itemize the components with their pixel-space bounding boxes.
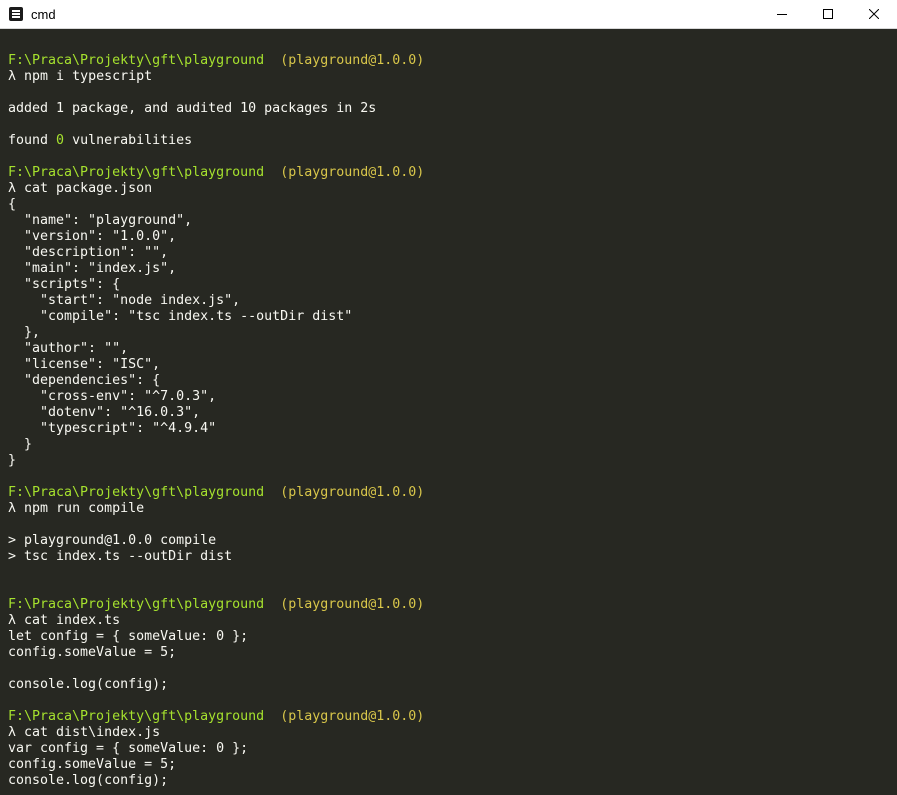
command-text: cat index.ts	[24, 613, 121, 628]
prompt-symbol: λ	[8, 613, 17, 628]
title-bar[interactable]: cmd	[0, 0, 897, 29]
command-text: npm run compile	[24, 501, 145, 516]
output-line: console.log(config);	[8, 677, 169, 692]
minimize-icon	[777, 14, 787, 15]
prompt-line: F:\Praca\Projekty\gft\playground (playgr…	[8, 485, 897, 501]
command-text: cat package.json	[24, 181, 153, 196]
minimize-button[interactable]	[759, 0, 805, 28]
output-line: > playground@1.0.0 compile	[8, 533, 217, 548]
prompt-line: F:\Praca\Projekty\gft\playground (playgr…	[8, 165, 897, 181]
output-line: let config = { someValue: 0 };	[8, 629, 249, 644]
output-line: "dotenv": "^16.0.3",	[8, 405, 201, 420]
output-line: "name": "playground",	[8, 213, 193, 228]
output-line: config.someValue = 5;	[8, 645, 177, 660]
output-line: added 1 package, and audited 10 packages…	[8, 101, 377, 116]
prompt-line: F:\Praca\Projekty\gft\playground (playgr…	[8, 597, 897, 613]
output-line: "scripts": {	[8, 277, 121, 292]
output-line: console.log(config);	[8, 773, 169, 788]
output-line: > tsc index.ts --outDir dist	[8, 549, 233, 564]
output-line: "start": "node index.js",	[8, 293, 241, 308]
prompt-path: F:\Praca\Projekty\gft\playground	[8, 53, 265, 68]
output-line: }	[8, 453, 17, 468]
prompt-symbol: λ	[8, 181, 17, 196]
output-line: found 0 vulnerabilities	[8, 133, 193, 148]
vulnerability-count: 0	[56, 133, 65, 148]
prompt-line: F:\Praca\Projekty\gft\playground (playgr…	[8, 709, 897, 725]
output-line: "cross-env": "^7.0.3",	[8, 389, 217, 404]
command-line: λ npm run compile	[8, 501, 897, 517]
prompt-package: (playground@1.0.0)	[280, 53, 425, 68]
close-button[interactable]	[851, 0, 897, 28]
command-line: λ cat index.ts	[8, 613, 897, 629]
prompt-package: (playground@1.0.0)	[280, 485, 425, 500]
output-line: "compile": "tsc index.ts --outDir dist"	[8, 309, 353, 324]
close-icon	[869, 9, 879, 19]
maximize-button[interactable]	[805, 0, 851, 28]
output-line: var config = { someValue: 0 };	[8, 741, 249, 756]
output-line: }	[8, 437, 33, 452]
cmder-app-icon	[9, 7, 23, 21]
output-line: "license": "ISC",	[8, 357, 161, 372]
prompt-path: F:\Praca\Projekty\gft\playground	[8, 709, 265, 724]
terminal-window: cmd F:\Praca\Projekty\gft\playground (pl…	[0, 0, 897, 795]
prompt-path: F:\Praca\Projekty\gft\playground	[8, 485, 265, 500]
command-line: λ cat dist\index.js	[8, 725, 897, 741]
maximize-icon	[823, 9, 833, 19]
output-line: "author": "",	[8, 341, 129, 356]
command-text: npm i typescript	[24, 69, 153, 84]
prompt-path: F:\Praca\Projekty\gft\playground	[8, 165, 265, 180]
window-title: cmd	[31, 6, 56, 22]
command-text: cat dist\index.js	[24, 725, 161, 740]
command-line: λ cat package.json	[8, 181, 897, 197]
command-line: λ npm i typescript	[8, 69, 897, 85]
output-line: config.someValue = 5;	[8, 757, 177, 772]
output-line: "typescript": "^4.9.4"	[8, 421, 217, 436]
console-output[interactable]: F:\Praca\Projekty\gft\playground (playgr…	[0, 29, 897, 795]
output-line: "dependencies": {	[8, 373, 161, 388]
prompt-symbol: λ	[8, 725, 17, 740]
prompt-package: (playground@1.0.0)	[280, 165, 425, 180]
prompt-path: F:\Praca\Projekty\gft\playground	[8, 597, 265, 612]
prompt-line: F:\Praca\Projekty\gft\playground (playgr…	[8, 53, 897, 69]
prompt-package: (playground@1.0.0)	[280, 597, 425, 612]
output-line: "description": "",	[8, 245, 169, 260]
prompt-symbol: λ	[8, 69, 17, 84]
prompt-symbol: λ	[8, 501, 17, 516]
output-line: "version": "1.0.0",	[8, 229, 177, 244]
prompt-package: (playground@1.0.0)	[280, 709, 425, 724]
output-line: },	[8, 325, 41, 340]
output-line: "main": "index.js",	[8, 261, 177, 276]
output-line: {	[8, 197, 17, 212]
